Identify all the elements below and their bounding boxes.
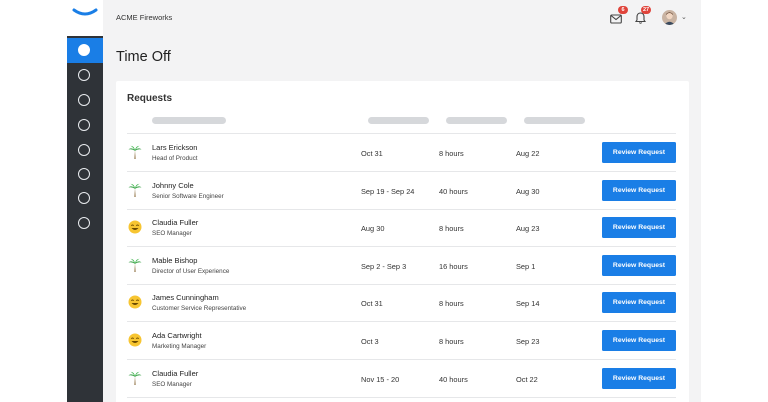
logo-icon (72, 8, 98, 16)
hours: 40 hours (439, 186, 468, 196)
sidebar-item-8[interactable] (67, 211, 103, 236)
hours: 8 hours (439, 224, 464, 234)
table-row: Lars Erickson Head of Product Oct 31 8 hour… (127, 134, 676, 171)
review-request-button[interactable]: Review Request (602, 292, 676, 314)
column-header-placeholder (152, 117, 226, 124)
employee-role: SEO Manager (152, 380, 192, 388)
hours: 40 hours (439, 374, 468, 384)
nav-circle-icon (78, 217, 90, 229)
user-avatar-icon (664, 12, 675, 25)
column-header-placeholder (446, 117, 507, 124)
chevron-down-icon[interactable]: ⌄ (681, 13, 687, 21)
page-title: Time Off (116, 49, 171, 65)
hours: 8 hours (439, 149, 464, 158)
card-title: Requests (127, 93, 173, 104)
palm-tree-icon (128, 258, 142, 272)
employee-name: Johnny Cole (152, 180, 194, 190)
palm-tree-icon (128, 183, 142, 197)
nav-circle-icon (78, 94, 90, 106)
employee-role: Marketing Manager (152, 343, 207, 350)
employee-role: Director of User Experience (152, 267, 230, 275)
table-row: Claudia Fuller SEO Manager Aug 30 8 hours Au… (127, 209, 676, 246)
app-logo[interactable] (67, 0, 103, 36)
sidebar-item-4[interactable] (67, 113, 103, 138)
employee-role: Customer Service Representative (152, 305, 247, 313)
column-header-placeholder (524, 117, 585, 124)
hours: 8 hours (439, 337, 464, 346)
time-off-dates: Oct 31 (361, 149, 383, 158)
smiley-icon (128, 295, 142, 309)
employee-role: Senior Software Engineer (152, 192, 224, 200)
nav-circle-icon (78, 119, 90, 131)
sidebar-item-5[interactable] (67, 138, 103, 163)
table-row: Mable Bishop Director of User Experience S… (127, 247, 676, 284)
time-off-dates: Oct 3 (361, 337, 379, 346)
table-row: Johnny Cole Senior Software Engineer Sep 1… (127, 172, 676, 209)
employee-name: James Cunningham (152, 293, 219, 303)
time-off-dates: Aug 30 (361, 224, 385, 234)
employee-name: Claudia Fuller (152, 368, 199, 378)
submitted-date: Aug 30 (516, 186, 540, 196)
time-off-dates: Oct 31 (361, 299, 383, 309)
submitted-date: Aug 23 (516, 224, 540, 234)
employee-name: Ada Cartwright (152, 331, 202, 340)
mail-badge: 6 (618, 6, 628, 14)
review-request-button[interactable]: Review Request (602, 254, 676, 276)
review-request-button[interactable]: Review Request (602, 142, 676, 163)
review-request-button[interactable]: Review Request (602, 179, 676, 201)
hours: 16 hours (439, 261, 468, 271)
mail-button[interactable]: 6 (610, 6, 628, 29)
time-off-dates: Nov 15 - 20 (361, 374, 400, 384)
mail-icon (610, 14, 622, 24)
nav-circle-icon (78, 192, 90, 204)
submitted-date: Sep 23 (516, 337, 540, 346)
sidebar-item-3[interactable] (67, 88, 103, 113)
nav-circle-icon (78, 69, 90, 81)
employee-name: Lars Erickson (152, 143, 198, 152)
employee-name: Mable Bishop (152, 255, 198, 265)
submitted-date: Sep 1 (516, 261, 536, 271)
divider (127, 396, 676, 398)
palm-tree-icon (128, 145, 142, 159)
palm-tree-icon (128, 371, 142, 385)
table-row: James Cunningham Customer Service Represe… (127, 284, 676, 321)
requests-card: Requests Lars Erickson Head of Product Oct… (116, 81, 689, 402)
employee-role: SEO Manager (152, 230, 192, 238)
review-request-button[interactable]: Review Request (602, 367, 676, 389)
hours: 8 hours (439, 299, 464, 309)
smiley-icon (128, 220, 142, 234)
table-row: Claudia Fuller SEO Manager Nov 15 - 20 40 h… (127, 360, 676, 397)
submitted-date: Aug 22 (516, 149, 540, 158)
top-bar: ACME Fireworks 6 27 ⌄ (103, 0, 701, 36)
sidebar-item-7[interactable] (67, 186, 103, 211)
sidebar-item-2[interactable] (67, 63, 103, 88)
app-name: ACME Fireworks (116, 13, 173, 22)
employee-name: Claudia Fuller (152, 218, 199, 228)
sidebar (67, 0, 103, 402)
time-off-dates: Sep 19 - Sep 24 (361, 186, 415, 196)
time-off-dates: Sep 2 - Sep 3 (361, 261, 407, 271)
sidebar-item-6[interactable] (67, 162, 103, 187)
column-header-placeholder (368, 117, 429, 124)
app-window: ACME Fireworks 6 27 ⌄ Time Off Requests … (67, 0, 701, 402)
employee-role: Head of Product (152, 155, 198, 162)
smiley-icon (128, 333, 142, 347)
nav-circle-icon (78, 144, 90, 156)
nav-circle-icon (78, 44, 90, 56)
sidebar-item-1[interactable] (67, 38, 103, 63)
review-request-button[interactable]: Review Request (602, 330, 676, 351)
submitted-date: Sep 14 (516, 299, 540, 309)
notifications-button[interactable]: 27 (634, 6, 651, 29)
avatar[interactable] (662, 10, 677, 25)
nav-circle-icon (78, 168, 90, 180)
review-request-button[interactable]: Review Request (602, 217, 676, 239)
submitted-date: Oct 22 (516, 374, 538, 384)
notifications-badge: 27 (641, 6, 651, 14)
table-row: Ada Cartwright Marketing Manager Oct 3 8 ho… (127, 322, 676, 359)
